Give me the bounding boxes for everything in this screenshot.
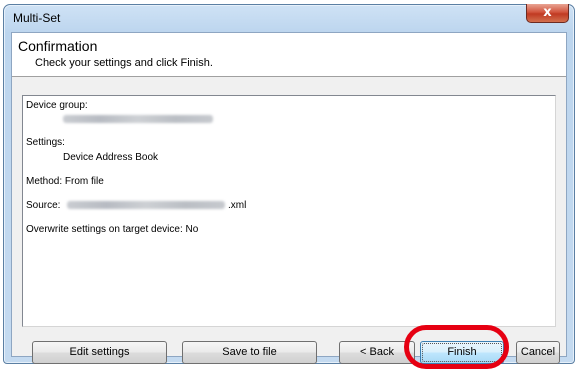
close-icon: x bbox=[543, 5, 552, 20]
settings-label: Settings: bbox=[26, 137, 65, 148]
redacted-device-group bbox=[63, 115, 213, 124]
close-button[interactable]: x bbox=[526, 4, 569, 23]
page-title: Confirmation bbox=[18, 38, 98, 54]
device-group-label: Device group: bbox=[26, 100, 88, 111]
dialog-body: Confirmation Check your settings and cli… bbox=[11, 32, 567, 364]
settings-summary[interactable]: Device group: Settings: Device Address B… bbox=[22, 95, 556, 327]
device-group-value bbox=[63, 114, 213, 125]
finish-highlight-ring bbox=[404, 325, 509, 369]
settings-value: Device Address Book bbox=[63, 152, 159, 163]
wizard-header: Confirmation Check your settings and cli… bbox=[12, 33, 566, 77]
window-title: Multi-Set bbox=[13, 11, 61, 25]
edit-settings-button[interactable]: Edit settings bbox=[32, 341, 167, 364]
source-suffix: .xml bbox=[228, 200, 247, 211]
source-row: Source: .xml bbox=[26, 200, 246, 211]
cancel-button[interactable]: Cancel bbox=[516, 341, 560, 364]
source-label: Source: bbox=[26, 200, 61, 211]
redacted-source-path bbox=[67, 201, 226, 210]
page-subtitle: Check your settings and click Finish. bbox=[35, 57, 213, 69]
title-bar[interactable]: Multi-Set x bbox=[4, 4, 574, 31]
save-to-file-button[interactable]: Save to file bbox=[182, 341, 317, 364]
overwrite-text: Overwrite settings on target device: No bbox=[26, 224, 199, 235]
method-text: Method: From file bbox=[26, 176, 104, 187]
multi-set-dialog: Multi-Set x Confirmation Check your sett… bbox=[3, 4, 575, 364]
